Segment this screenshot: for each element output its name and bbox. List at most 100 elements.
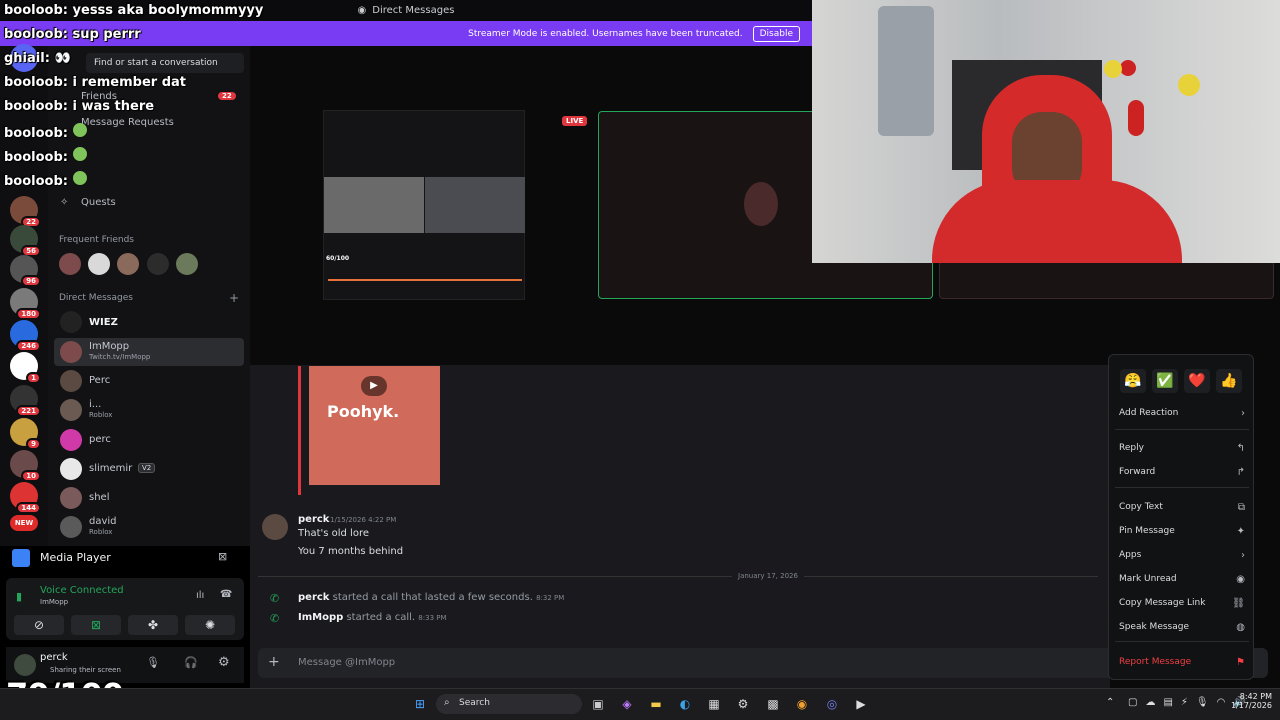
- dm-name: david: [89, 516, 117, 527]
- server-icon[interactable]: 22: [10, 196, 41, 228]
- tray-chevron-icon[interactable]: ⌃: [1106, 697, 1114, 708]
- server-icon[interactable]: 1: [10, 352, 41, 384]
- system-author[interactable]: ImMopp: [298, 612, 343, 623]
- dm-item[interactable]: david Roblox: [54, 513, 244, 541]
- voice-status[interactable]: Voice Connected: [40, 585, 124, 596]
- soundwave-icon[interactable]: ılı: [196, 590, 204, 601]
- overlay-user: booloob:: [4, 3, 68, 18]
- menu-add-reaction[interactable]: Add Reaction ›: [1119, 403, 1245, 423]
- message-requests-label[interactable]: Message Requests: [81, 117, 174, 128]
- soundboard-button[interactable]: ✺: [185, 615, 235, 635]
- divider: [1115, 487, 1249, 488]
- media-app-icon[interactable]: ▶: [851, 695, 871, 713]
- clock[interactable]: 8:42 PM 1/17/2026: [1228, 692, 1272, 710]
- new-badge[interactable]: NEW: [10, 515, 38, 531]
- server-icon[interactable]: 9: [10, 418, 41, 450]
- dm-item[interactable]: WIEZ: [54, 308, 244, 336]
- server-icon[interactable]: 246: [10, 320, 41, 352]
- system-time: 8:32 PM: [536, 594, 565, 602]
- menu-pin-message[interactable]: Pin Message ✦: [1119, 521, 1245, 541]
- server-icon[interactable]: 10: [10, 450, 41, 482]
- disconnect-icon[interactable]: ☎: [220, 589, 232, 600]
- system-message: perck started a call that lasted a few s…: [298, 592, 564, 603]
- microphone-icon[interactable]: 🎙: [146, 656, 160, 669]
- avatar[interactable]: [117, 253, 139, 275]
- media-player-label[interactable]: Media Player: [40, 551, 111, 564]
- screenshare-tile[interactable]: 60/100: [323, 110, 525, 300]
- avatar[interactable]: [59, 253, 81, 275]
- menu-report-message[interactable]: Report Message ⚑: [1119, 652, 1245, 672]
- search-input[interactable]: Find or start a conversation: [86, 53, 244, 73]
- menu-mark-unread[interactable]: Mark Unread ◉: [1119, 569, 1245, 589]
- gear-icon[interactable]: ⚙: [218, 655, 230, 670]
- avatar[interactable]: [147, 253, 169, 275]
- server-icon[interactable]: 221: [10, 385, 41, 417]
- taskbar-search[interactable]: ⌕ Search: [436, 694, 582, 714]
- overlay-line: booloob:: [4, 147, 87, 165]
- dm-item[interactable]: i... Roblox: [54, 396, 244, 424]
- dm-name: ImMopp: [89, 341, 130, 352]
- server-badge: 96: [21, 275, 41, 287]
- copilot-icon[interactable]: ◈: [617, 695, 637, 713]
- avatar[interactable]: [14, 654, 36, 676]
- reaction-option[interactable]: ❤️: [1184, 369, 1210, 393]
- voice-channel[interactable]: ImMopp: [40, 598, 68, 606]
- dm-item[interactable]: perc: [54, 426, 244, 454]
- avatar[interactable]: [176, 253, 198, 275]
- reaction-option[interactable]: 👍: [1216, 369, 1242, 393]
- headphones-icon[interactable]: 🎧: [184, 656, 198, 669]
- chrome-icon[interactable]: ◉: [792, 695, 812, 713]
- windows-start-icon[interactable]: ⊞: [410, 695, 430, 713]
- menu-reply[interactable]: Reply ↰: [1119, 438, 1245, 458]
- dm-item[interactable]: ImMopp Twitch.tv/ImMopp: [54, 338, 244, 366]
- play-icon[interactable]: ▶: [361, 376, 387, 396]
- menu-forward[interactable]: Forward ↱: [1119, 462, 1245, 482]
- system-text: started a call that lasted a few seconds…: [332, 592, 533, 603]
- system-author[interactable]: perck: [298, 592, 329, 603]
- avatar: [60, 399, 82, 421]
- settings-app-icon[interactable]: ⚙: [733, 695, 753, 713]
- discord-taskbar-icon[interactable]: ◎: [822, 695, 842, 713]
- task-view-icon[interactable]: ▣: [588, 695, 608, 713]
- server-icon[interactable]: 180: [10, 288, 41, 320]
- plush-toy: [1178, 74, 1200, 96]
- overlay-user: booloob:: [4, 75, 68, 90]
- store-icon[interactable]: ▦: [704, 695, 724, 713]
- reaction-option[interactable]: ✅: [1152, 369, 1178, 393]
- screenshare-button[interactable]: ⊠: [71, 615, 121, 635]
- menu-label: Copy Message Link: [1119, 598, 1206, 608]
- dm-status: Roblox: [89, 411, 113, 419]
- avatar[interactable]: [88, 253, 110, 275]
- edge-icon[interactable]: ◐: [675, 695, 695, 713]
- menu-copy-link[interactable]: Copy Message Link ⛓: [1119, 593, 1245, 613]
- add-attachment-icon[interactable]: +: [268, 654, 280, 670]
- plush-toy: [1128, 100, 1144, 136]
- avatar[interactable]: [262, 514, 288, 540]
- menu-copy-text[interactable]: Copy Text ⧉: [1119, 497, 1245, 517]
- dm-item[interactable]: shel: [54, 484, 244, 512]
- message-author[interactable]: perck: [298, 514, 329, 525]
- menu-speak-message[interactable]: Speak Message ◍: [1119, 617, 1245, 637]
- disable-button[interactable]: Disable: [752, 25, 800, 42]
- menu-label: Speak Message: [1119, 622, 1189, 632]
- app-icon[interactable]: ▩: [763, 695, 783, 713]
- folder-icon[interactable]: ▬: [646, 695, 666, 713]
- camera-off-button[interactable]: ⊘: [14, 615, 64, 635]
- activities-button[interactable]: ✤: [128, 615, 178, 635]
- close-icon[interactable]: ⊠: [218, 550, 227, 563]
- menu-apps[interactable]: Apps ›: [1119, 545, 1245, 565]
- quests-label[interactable]: Quests: [81, 197, 116, 208]
- menu-label: Report Message: [1119, 657, 1192, 667]
- forward-icon: ↱: [1236, 466, 1245, 478]
- dm-item[interactable]: slimemir V2: [54, 455, 244, 483]
- dm-item[interactable]: Perc: [54, 367, 244, 395]
- server-icon[interactable]: 144: [10, 482, 41, 514]
- participant-tile[interactable]: [939, 260, 1274, 299]
- server-icon[interactable]: 56: [10, 225, 41, 257]
- reaction-option[interactable]: 😤: [1120, 369, 1146, 393]
- server-icon[interactable]: 96: [10, 255, 41, 287]
- dm-tag: V2: [138, 463, 156, 473]
- video-embed[interactable]: Poohyk. ▶: [309, 366, 440, 485]
- taskbar: [0, 688, 1280, 720]
- add-dm-button[interactable]: +: [229, 291, 239, 305]
